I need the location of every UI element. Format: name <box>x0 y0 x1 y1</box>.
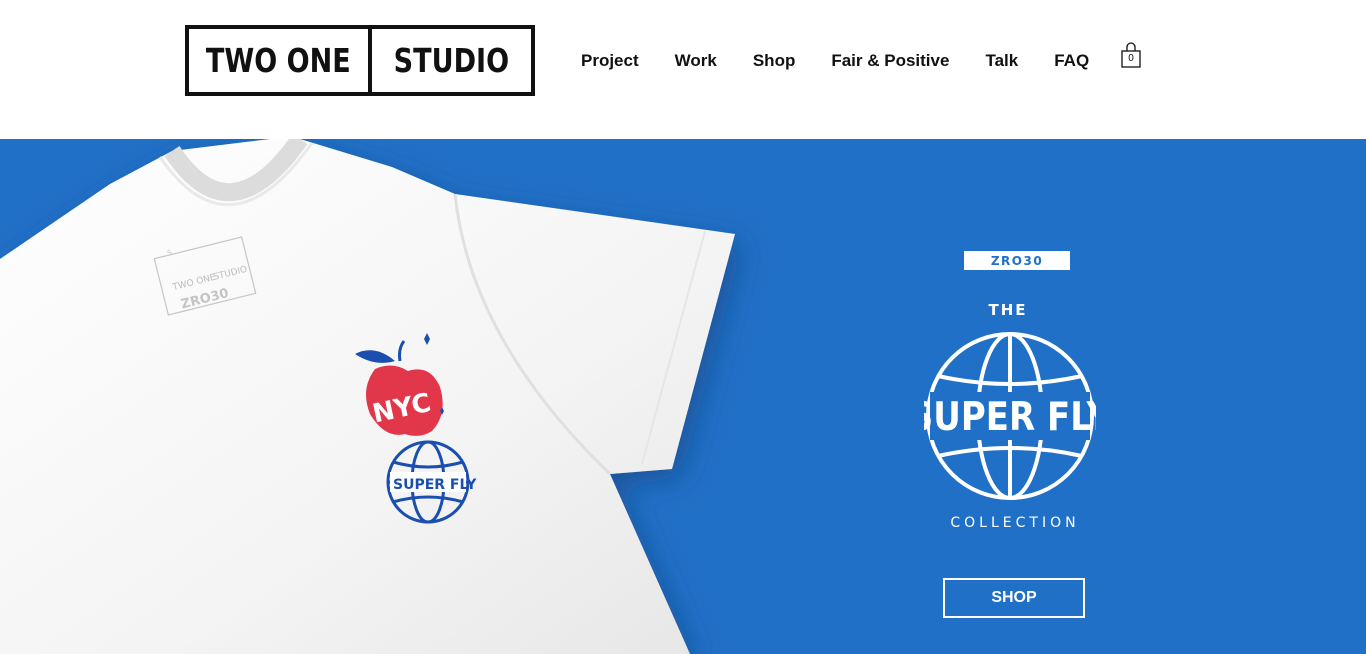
super-fly-globe-icon: SUPER FLY <box>924 332 1096 500</box>
small-globe-text: SUPER FLY <box>393 477 477 493</box>
nav-item-faq[interactable]: FAQ <box>1054 51 1089 71</box>
nav-item-project[interactable]: Project <box>581 51 639 71</box>
site-logo[interactable]: TWO ONE STUDIO <box>185 25 535 96</box>
hero-banner: TWO ONE STUDIO ZRO30 S NYC SUPER FLY ZRO… <box>0 139 1366 654</box>
collection-the-label: THE <box>988 301 1028 319</box>
cart-count: 0 <box>1128 53 1134 64</box>
nav-item-work[interactable]: Work <box>675 51 717 71</box>
shop-button[interactable]: SHOP <box>943 578 1085 618</box>
tshirt-image: TWO ONE STUDIO ZRO30 S NYC SUPER FLY <box>0 139 735 654</box>
collection-badge: ZRO30 <box>964 251 1070 270</box>
logo-text-right: STUDIO <box>393 41 510 80</box>
logo-left-block: TWO ONE <box>189 29 372 92</box>
collection-title: SUPER FLY <box>924 394 1096 440</box>
site-header: TWO ONE STUDIO Project Work Shop Fair & … <box>0 0 1366 139</box>
nav-item-shop[interactable]: Shop <box>753 51 796 71</box>
cart-button[interactable]: 0 <box>1120 42 1142 70</box>
logo-text-left: TWO ONE <box>206 41 351 80</box>
logo-right-block: STUDIO <box>372 29 531 92</box>
main-nav: Project Work Shop Fair & Positive Talk F… <box>581 50 1089 72</box>
nav-item-fair-positive[interactable]: Fair & Positive <box>831 51 949 71</box>
collection-label: COLLECTION <box>950 515 1080 531</box>
nav-item-talk[interactable]: Talk <box>985 51 1018 71</box>
